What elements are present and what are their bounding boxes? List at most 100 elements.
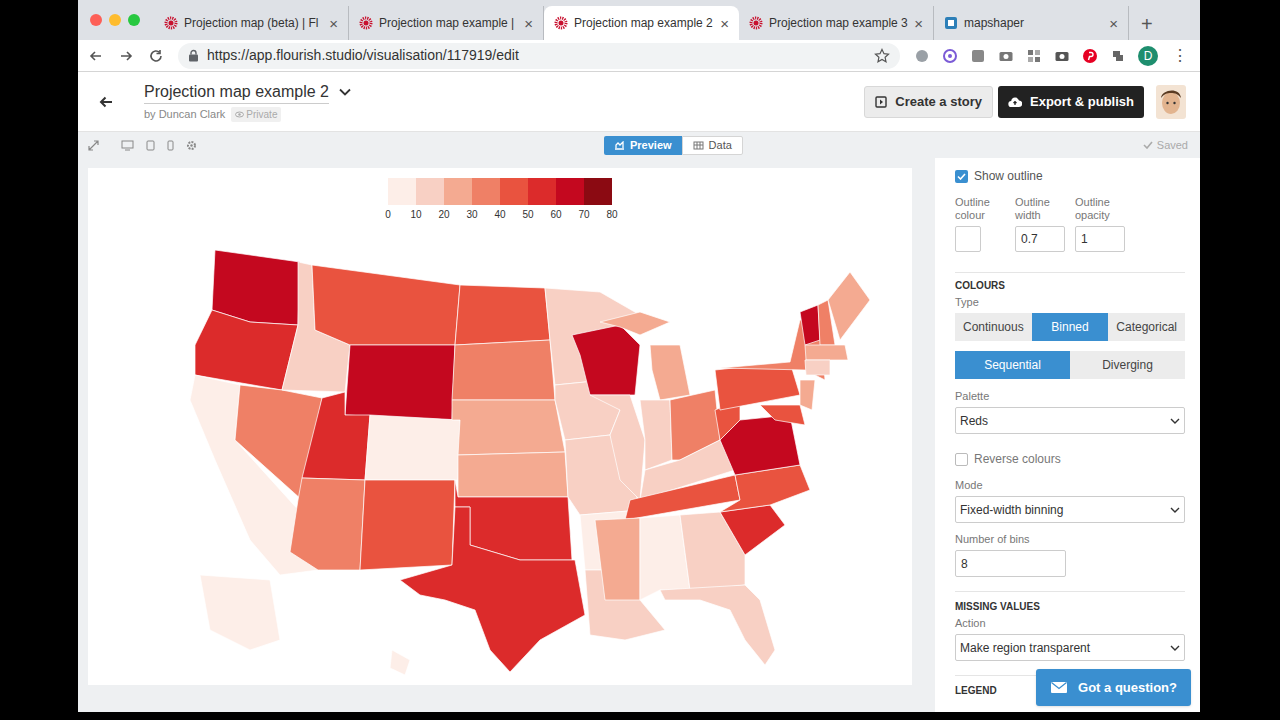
segment-button[interactable]: Sequential [955,351,1070,379]
map-region[interactable] [805,345,848,360]
show-outline-row[interactable]: Show outline [955,168,1185,184]
reverse-colours-checkbox[interactable] [955,453,968,466]
table-icon [693,141,704,150]
close-window-icon[interactable] [90,14,102,26]
outline-field: Outline width0.7 [1015,196,1065,252]
extension-icon[interactable] [914,48,930,64]
desktop-icon[interactable] [121,140,134,151]
chevron-down-icon [1170,645,1180,651]
flourish-logo-icon [554,16,568,30]
choropleth-map[interactable] [88,168,912,685]
new-tab-button[interactable]: + [1141,14,1153,34]
bins-input[interactable]: 8 [955,550,1066,577]
preview-size-controls [88,140,208,151]
create-story-button[interactable]: Create a story [864,86,993,118]
map-region[interactable] [360,480,455,570]
tablet-icon[interactable] [146,140,155,151]
action-label: Action [955,616,1185,630]
legend-swatch [556,178,584,205]
url-text[interactable]: https://app.flourish.studio/visualisatio… [207,45,519,66]
profile-button[interactable]: D [1138,46,1158,66]
view-toggle-button[interactable]: Data [682,136,743,155]
outline-field: Outline colour [955,196,1005,252]
map-region[interactable] [400,507,585,672]
outline-input[interactable]: 1 [1075,226,1125,252]
forward-icon[interactable] [118,48,134,64]
export-publish-button[interactable]: Export & publish [998,86,1144,118]
browser-tab[interactable]: Projection map example |× [349,6,544,40]
map-region[interactable] [720,505,785,555]
browser-tab[interactable]: mapshaper× [934,6,1129,40]
map-region[interactable] [650,345,690,400]
segment-button[interactable]: Continuous [955,313,1032,341]
expand-icon[interactable] [88,140,99,151]
gear-icon[interactable] [186,140,197,151]
reload-icon[interactable] [148,48,164,64]
map-region[interactable] [828,272,870,340]
extension-icon[interactable] [1110,48,1126,64]
extension-icon[interactable] [942,48,958,64]
map-region[interactable] [800,380,815,410]
extension-icon[interactable] [1026,48,1042,64]
segment-button[interactable]: Diverging [1070,351,1185,379]
map-region[interactable] [345,345,455,420]
chevron-down-icon [1170,507,1180,513]
phone-icon[interactable] [167,140,174,151]
map-region[interactable] [365,415,460,480]
tab-close-button[interactable]: × [524,16,533,31]
map-region[interactable] [572,325,640,395]
browser-tab[interactable]: Projection map example 3× [739,6,934,40]
map-region[interactable] [590,395,645,500]
map-region[interactable] [212,250,300,325]
map-region[interactable] [805,360,830,375]
minimize-window-icon[interactable] [109,14,121,26]
pinterest-icon[interactable] [1082,48,1098,64]
map-region[interactable] [452,340,555,400]
user-avatar-icon[interactable] [1156,85,1186,119]
back-icon[interactable] [88,48,104,64]
browser-tab[interactable]: Projection map example 2× [544,6,739,40]
map-region[interactable] [455,285,550,345]
segment-button[interactable]: Categorical [1108,313,1185,341]
legend-swatch [416,178,444,205]
browser-tab[interactable]: Projection map (beta) | Fl× [154,6,349,40]
palette-dropdown[interactable]: Reds [955,407,1185,434]
maximize-window-icon[interactable] [128,14,140,26]
map-region[interactable] [600,312,670,335]
project-title[interactable]: Projection map example 2 [144,81,329,104]
missing-action-dropdown[interactable]: Make region transparent [955,634,1185,661]
camera-icon[interactable] [1054,48,1070,64]
tab-close-button[interactable]: × [720,16,729,31]
reverse-colours-row[interactable]: Reverse colours [955,451,1185,467]
map-region[interactable] [640,400,672,470]
star-icon[interactable] [874,48,890,64]
back-arrow-icon[interactable] [98,94,114,110]
camera-icon[interactable] [998,48,1014,64]
map-region[interactable] [660,585,775,665]
map-region[interactable] [390,650,410,675]
tab-close-button[interactable]: × [329,16,338,31]
map-region[interactable] [595,518,640,600]
map-region[interactable] [458,452,568,497]
map-region[interactable] [760,405,805,425]
browser-menu-button[interactable]: ⋮ [1170,48,1190,64]
segment-button[interactable]: Binned [1032,313,1109,341]
extension-icon[interactable] [970,48,986,64]
help-button[interactable]: Got a question? [1036,669,1191,706]
tab-close-button[interactable]: × [1109,16,1118,31]
outline-input[interactable]: 0.7 [1015,226,1065,252]
outline-colour-swatch[interactable] [955,226,981,252]
address-bar[interactable]: https://app.flourish.studio/visualisatio… [178,43,900,69]
show-outline-checkbox[interactable] [955,170,968,183]
map-region[interactable] [302,392,370,480]
map-region[interactable] [290,478,365,570]
map-region[interactable] [452,400,565,455]
chevron-down-icon[interactable] [339,88,351,96]
view-toggle-button[interactable]: Preview [604,136,682,155]
map-region[interactable] [195,310,298,390]
mode-dropdown[interactable]: Fixed-width binning [955,496,1185,523]
map-region[interactable] [312,265,460,345]
tab-close-button[interactable]: × [914,16,923,31]
map-region[interactable] [200,575,280,650]
map-region[interactable] [800,305,820,345]
